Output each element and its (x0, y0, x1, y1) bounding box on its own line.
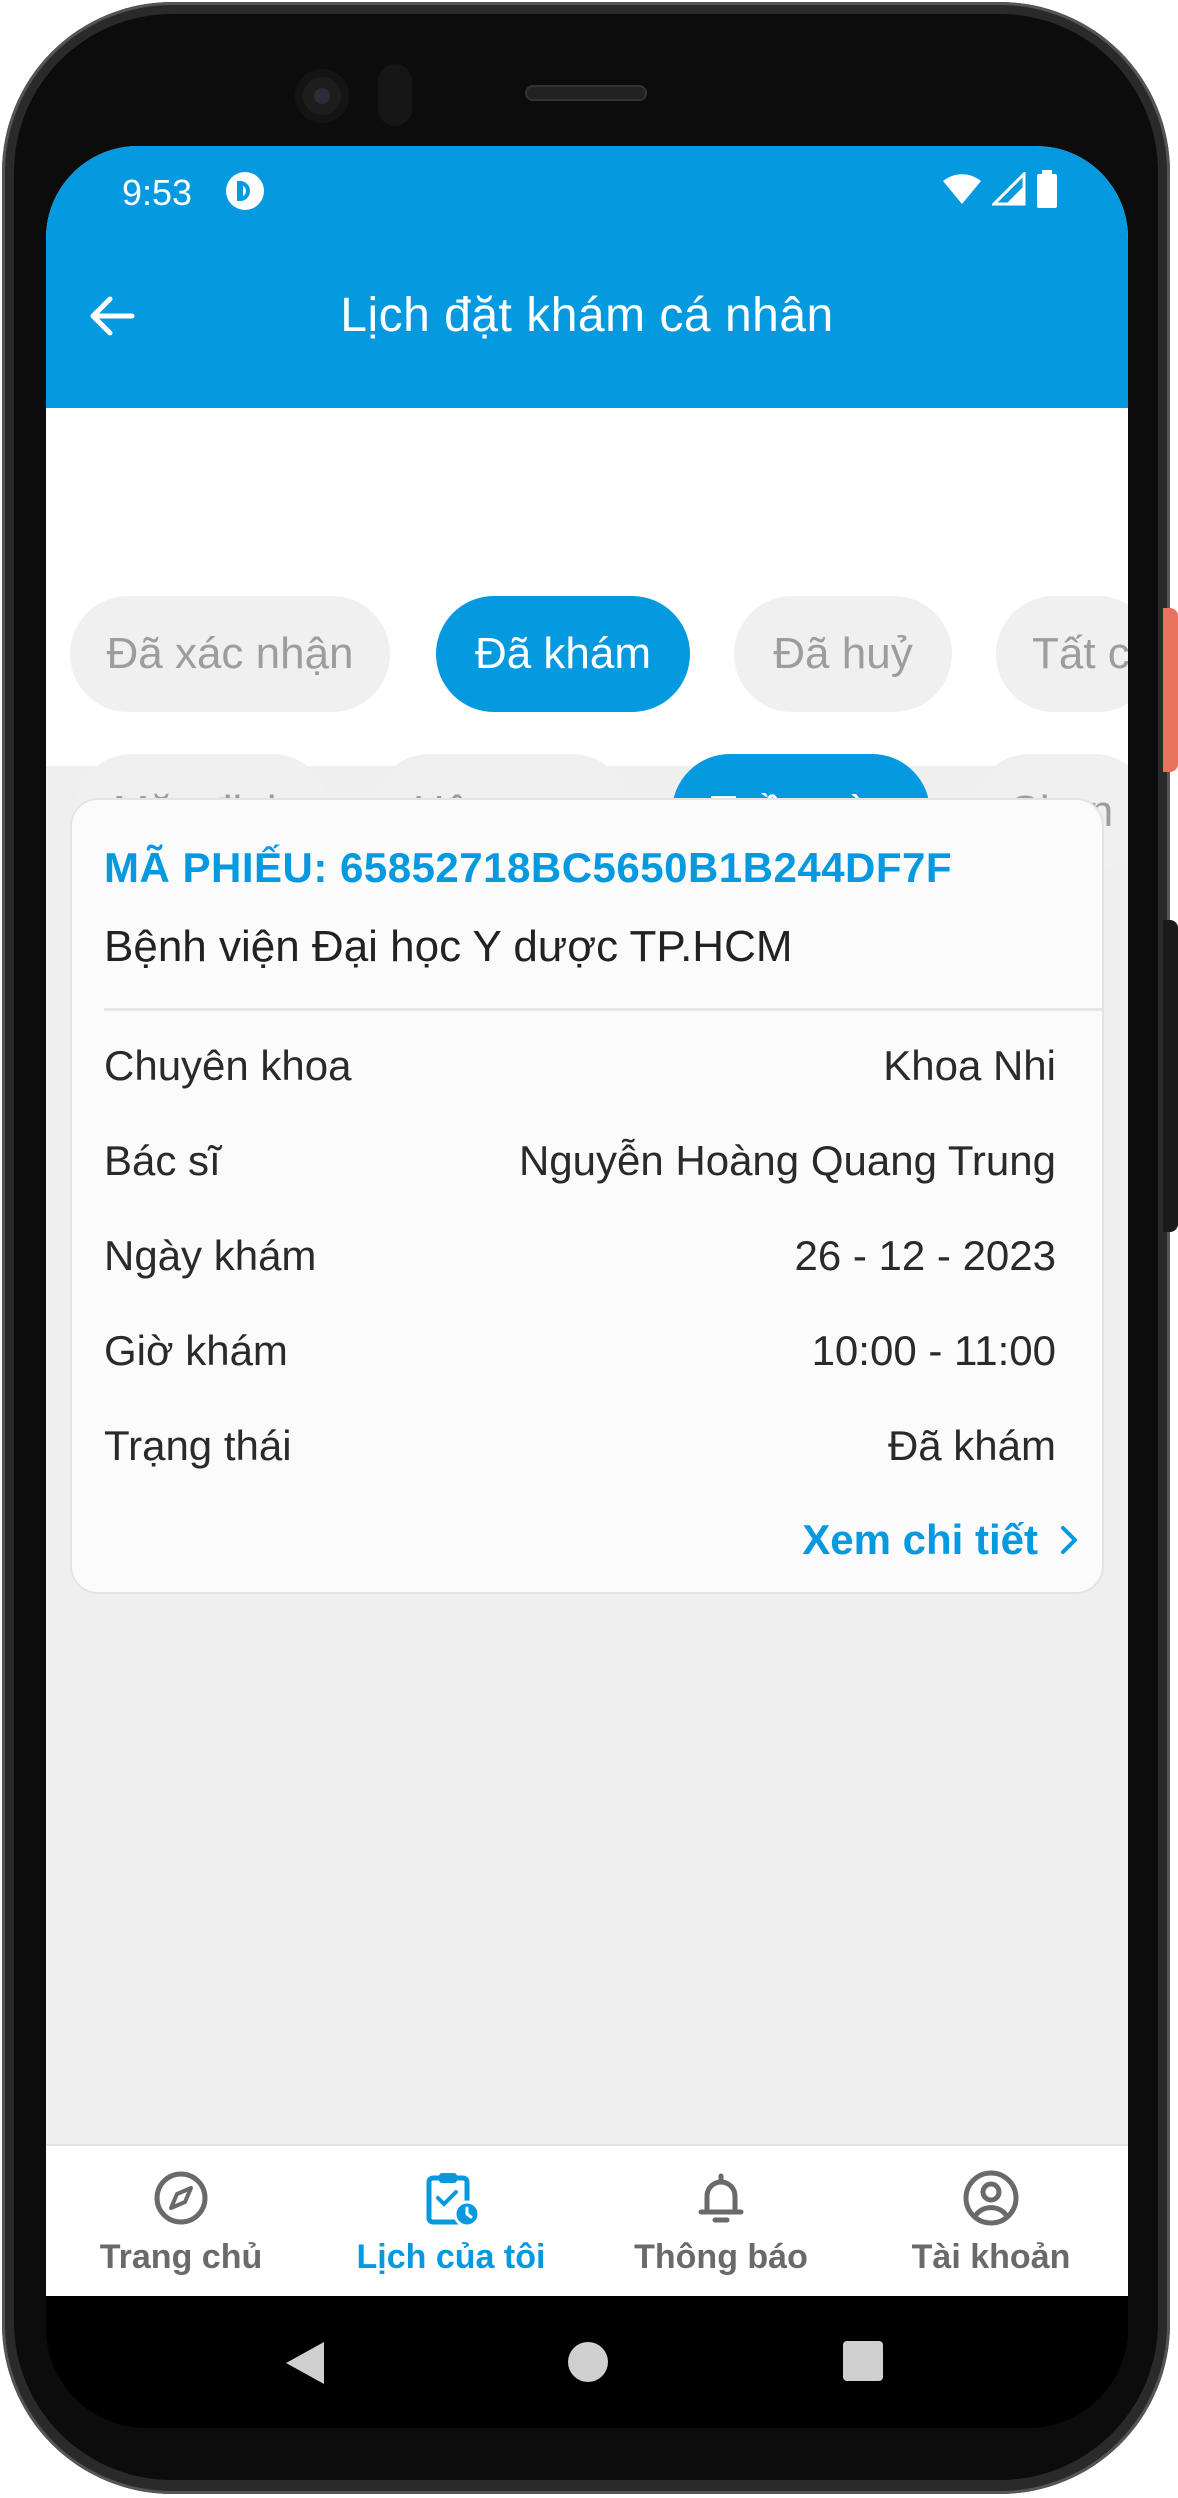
front-camera (295, 69, 349, 123)
calendar-clock-icon (426, 2173, 481, 2228)
chip-label: Đã khám (474, 629, 652, 678)
nav-label: Thông báo (634, 2238, 808, 2276)
row-label: Trạng thái (104, 1422, 292, 1469)
view-detail-label: Xem chi tiết (802, 1516, 1038, 1563)
chip-label: Tất c (1032, 629, 1128, 678)
row-label: Ngày khám (104, 1232, 317, 1279)
earpiece-speaker (525, 85, 647, 101)
status-time: 9:53 (122, 172, 193, 213)
app-bar: 9:53 Lịch đặt khám cá nhân (46, 146, 1128, 408)
power-button (1163, 608, 1178, 772)
view-detail-link[interactable]: Xem chi tiết (802, 1516, 1078, 1564)
nav-item-home[interactable]: Trang chủ (46, 2168, 316, 2277)
nav-item-notifications[interactable]: Thông báo (586, 2168, 856, 2277)
appointment-card[interactable]: MÃ PHIẾU: 65852718BC5650B1B244DF7F Bệnh … (70, 798, 1104, 1594)
row-value: Đã khám (887, 1422, 1056, 1469)
system-navigation-bar (46, 2296, 1128, 2428)
screen: 9:53 Lịch đặt khám cá nhân Đã xác nhận Đ… (46, 146, 1128, 2296)
bottom-navigation: Trang chủ Lịch của tôi Thông báo Tài kho… (46, 2144, 1128, 2296)
filter-section: Đã xác nhận Đã khám Đã huỷ Tất c Mặc địn… (46, 408, 1128, 870)
detail-row-doctor: Bác sĩ Nguyễn Hoàng Quang Trung (104, 1131, 1056, 1191)
row-label: Giờ khám (104, 1327, 288, 1374)
nav-item-my-schedule[interactable]: Lịch của tôi (316, 2168, 586, 2277)
chevron-right-icon (1061, 1526, 1077, 1554)
row-label: Chuyên khoa (104, 1042, 352, 1089)
page-title: Lịch đặt khám cá nhân (340, 289, 834, 342)
detail-row-specialty: Chuyên khoa Khoa Nhi (104, 1036, 1056, 1096)
chip-da-xac-nhan[interactable]: Đã xác nhận (70, 596, 390, 712)
row-value: Khoa Nhi (883, 1042, 1056, 1089)
system-home-icon[interactable] (566, 2340, 610, 2384)
phone-frame: 9:53 Lịch đặt khám cá nhân Đã xác nhận Đ… (0, 0, 1178, 2498)
chip-tat-ca[interactable]: Tất c (996, 596, 1128, 712)
detail-row-status: Trạng thái Đã khám (104, 1416, 1056, 1476)
detail-row-date: Ngày khám 26 - 12 - 2023 (104, 1226, 1056, 1286)
chip-label: Đã huỷ (773, 629, 913, 678)
nav-label: Trang chủ (99, 2238, 263, 2276)
volume-button (1163, 920, 1178, 1232)
bell-icon (698, 2173, 744, 2223)
detail-row-time: Giờ khám 10:00 - 11:00 (104, 1321, 1056, 1381)
chip-label: Đã xác nhận (106, 629, 354, 678)
notification-app-icon (226, 172, 264, 210)
wifi-icon (943, 174, 981, 204)
row-value: 10:00 - 11:00 (811, 1327, 1056, 1374)
nav-item-account[interactable]: Tài khoản (856, 2168, 1126, 2277)
ticket-code: MÃ PHIẾU: 65852718BC5650B1B244DF7F (104, 844, 953, 891)
row-label: Bác sĩ (104, 1137, 221, 1184)
nav-label: Tài khoản (911, 2238, 1071, 2276)
battery-icon (1037, 170, 1057, 208)
row-value: Nguyễn Hoàng Quang Trung (518, 1137, 1056, 1184)
proximity-sensor (378, 64, 412, 126)
account-circle-icon (963, 2170, 1019, 2226)
system-recents-icon[interactable] (842, 2340, 884, 2382)
status-icons (942, 170, 1058, 208)
row-value: 26 - 12 - 2023 (794, 1232, 1056, 1279)
chip-da-huy[interactable]: Đã huỷ (734, 596, 952, 712)
system-back-icon[interactable] (282, 2340, 326, 2386)
hospital-name: Bệnh viện Đại học Y dược TP.HCM (104, 922, 793, 971)
compass-icon (154, 2171, 208, 2225)
nav-label: Lịch của tôi (356, 2238, 546, 2276)
cellular-signal-icon (992, 172, 1026, 206)
chip-da-kham[interactable]: Đã khám (436, 596, 690, 712)
divider (104, 1008, 1102, 1011)
